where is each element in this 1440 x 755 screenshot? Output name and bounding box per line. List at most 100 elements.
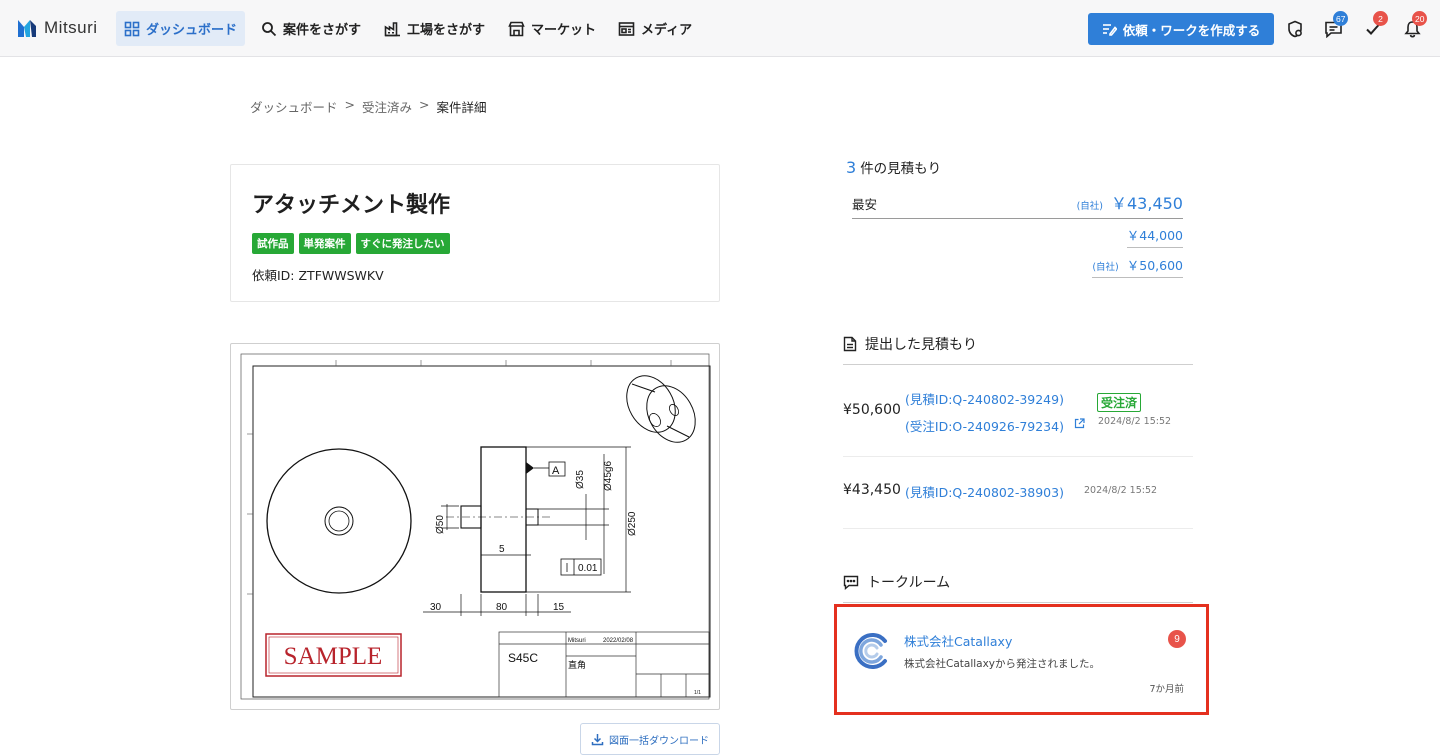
divider [843,528,1193,529]
unread-count-badge: 9 [1168,630,1186,648]
media-icon [618,21,635,36]
drawing-dim-80: 80 [496,602,508,613]
nav-dashboard[interactable]: ダッシュボード [116,11,246,46]
page-title: アタッチメント製作 [252,193,451,218]
project-tags: 試作品 単発案件 すぐに発注したい [252,233,450,254]
drawing-dim-15: 15 [553,602,565,613]
quote-price: ￥50,600 [1126,258,1183,273]
breadcrumb-dashboard[interactable]: ダッシュボード [250,97,338,116]
tasks-badge: 2 [1373,11,1388,26]
nav-market-label: マーケット [531,23,597,38]
submitted-quotes-heading: 提出した見積もり [843,334,1193,365]
breadcrumb-separator: > [344,97,355,112]
nav-media-label: メディア [641,23,693,38]
messages-button[interactable]: 67 [1322,11,1349,40]
order-id-link[interactable]: (受注ID:O-240926-79234) [905,416,1064,435]
quote-price: ￥44,000 [1126,228,1183,243]
drawing-dim-30: 30 [430,602,442,613]
edit-list-icon [1102,24,1117,36]
nav-media[interactable]: メディア [610,11,700,46]
own-company-marker: (自社) [1076,201,1103,212]
drawing-dim-001: 0.01 [578,563,598,574]
breadcrumb: ダッシュボード > 受注済み > 案件詳細 [250,97,487,116]
talkroom-item[interactable]: 株式会社Catallaxy 株式会社Catallaxyから発注されました。 9 … [834,604,1209,715]
divider [843,456,1193,457]
logo-text: Mitsuri [44,18,98,37]
drawing-dim-5: 5 [499,544,505,555]
quote-id-link[interactable]: (見積ID:Q-240802-38903) [905,482,1064,501]
download-drawings-button[interactable]: 図面一括ダウンロード [580,723,720,755]
tasks-button[interactable]: 2 [1362,11,1388,40]
settings-shield-button[interactable] [1284,18,1306,40]
breadcrumb-ordered[interactable]: 受注済み [362,97,412,116]
title-block-created: Mitsuri [568,638,586,644]
create-request-button[interactable]: 依頼・ワークを作成する [1088,13,1274,45]
quote-row-cheapest-value: (自社) ￥43,450 [1077,190,1183,214]
own-company-marker: (自社) [1092,262,1119,273]
search-icon [262,21,277,36]
drawing-dim-d35: Ø35 [575,470,586,489]
tag-urgent: すぐに発注したい [355,233,450,254]
submitted-quote-amount: ¥43,450 [843,482,901,498]
quotes-heading-text: 件の見積もり [860,161,942,177]
submitted-quote-item: ¥50,600 (見積ID:Q-240802-39249) (受注ID:O-24… [843,388,1193,438]
title-block-finish: 直角 [568,659,586,670]
quote-row-value: (自社) ￥50,600 [1092,255,1183,278]
chat-bubble-icon [843,575,859,590]
breadcrumb-separator: > [419,97,430,112]
tag-single-project: 単発案件 [298,233,351,254]
quote-row: (自社) ￥50,600 [852,255,1183,278]
technical-drawing: A Ø50 Ø35 Ø45g6 Ø250 5 0.01 30 80 15 SAM… [240,353,711,700]
talkroom-timestamp: 7か月前 [1149,684,1184,695]
download-icon [591,733,604,745]
status-badge: 受注済 [1097,393,1142,412]
document-icon [843,336,857,352]
drawing-dim-d250: Ø250 [627,511,638,536]
breadcrumb-current: 案件詳細 [436,100,487,115]
company-logo [854,633,887,669]
quote-row-cheapest: 最安 (自社) ￥43,450 [852,190,1183,219]
talkroom-company-name[interactable]: 株式会社Catallaxy [904,631,1012,650]
nav-search-projects-label: 案件をさがす [283,23,362,38]
nav-search-factories-label: 工場をさがす [407,23,486,38]
submitted-quote-item: ¥43,450 (見積ID:Q-240802-38903) 2024/8/2 1… [843,481,1193,503]
external-link-icon[interactable] [1074,418,1085,429]
submitted-quote-date: 2024/8/2 15:52 [1098,416,1172,427]
nav-dashboard-label: ダッシュボード [146,23,238,38]
quote-row-value: ￥44,000 [1126,225,1183,248]
quote-id-link[interactable]: (見積ID:Q-240802-39249) [905,389,1064,408]
top-navigation-bar: Mitsuri ダッシュボード 案件をさがす 工場をさがす マーケット メディア [0,0,1440,57]
talkroom-last-message: 株式会社Catallaxyから発注されました。 [904,658,1101,670]
nav-market[interactable]: マーケット [500,11,604,46]
project-summary-card: アタッチメント製作 試作品 単発案件 すぐに発注したい 依頼ID: ZTFWWS… [230,164,720,302]
mitsuri-logo[interactable]: Mitsuri [16,16,98,40]
store-icon [508,21,525,36]
talkroom-heading: トークルーム [843,572,1193,603]
drawing-datum-label: A [552,465,560,477]
create-request-label: 依頼・ワークを作成する [1122,23,1261,38]
technical-drawing-preview[interactable]: A Ø50 Ø35 Ø45g6 Ø250 5 0.01 30 80 15 SAM… [230,343,720,710]
title-block-date: 2022/02/08 [603,638,634,644]
title-block-sheet: 1/1 [694,690,701,696]
tag-prototype: 試作品 [252,233,294,254]
title-block-material: S45C [508,651,538,665]
download-drawings-label: 図面一括ダウンロード [609,735,709,747]
talkroom-title: トークルーム [867,575,951,591]
mitsuri-logo-icon [18,20,36,37]
factory-icon [384,21,400,36]
quote-row: ￥44,000 [852,225,1183,248]
notifications-button[interactable]: 20 [1401,11,1428,40]
nav-search-projects[interactable]: 案件をさがす [253,11,369,46]
messages-badge: 67 [1333,11,1349,26]
quotes-count-heading: 3 件の見積もり [846,157,941,177]
sample-stamp: SAMPLE [284,643,383,670]
quotes-count: 3 [846,158,857,177]
drawing-dim-d45: Ø45g6 [603,461,614,491]
grid-icon [124,21,140,36]
request-id: 依頼ID: ZTFWWSWKV [252,268,384,283]
drawing-dim-d50: Ø50 [435,515,446,534]
cheapest-label: 最安 [852,197,878,212]
nav-search-factories[interactable]: 工場をさがす [376,11,493,46]
shield-gear-icon [1288,20,1302,38]
submitted-quote-amount: ¥50,600 [843,402,901,418]
